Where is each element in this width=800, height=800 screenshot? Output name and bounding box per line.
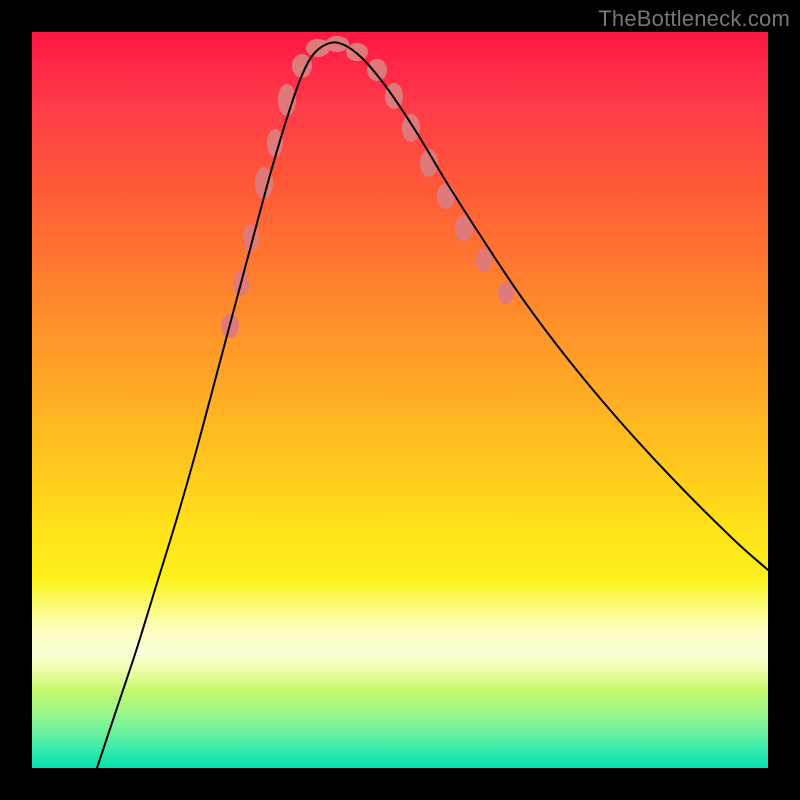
marker-blob (367, 59, 387, 81)
marker-blob (385, 83, 403, 109)
marker-group (221, 36, 514, 338)
marker-blob (498, 282, 514, 304)
marker-blob (437, 183, 455, 209)
watermark-text: TheBottleneck.com (598, 6, 790, 32)
marker-blob (267, 129, 283, 157)
plot-background (32, 32, 768, 768)
curve-layer (32, 32, 768, 768)
marker-blob (402, 114, 420, 142)
marker-blob (476, 248, 492, 272)
chart-stage: TheBottleneck.com (0, 0, 800, 800)
marker-blob (346, 43, 368, 61)
